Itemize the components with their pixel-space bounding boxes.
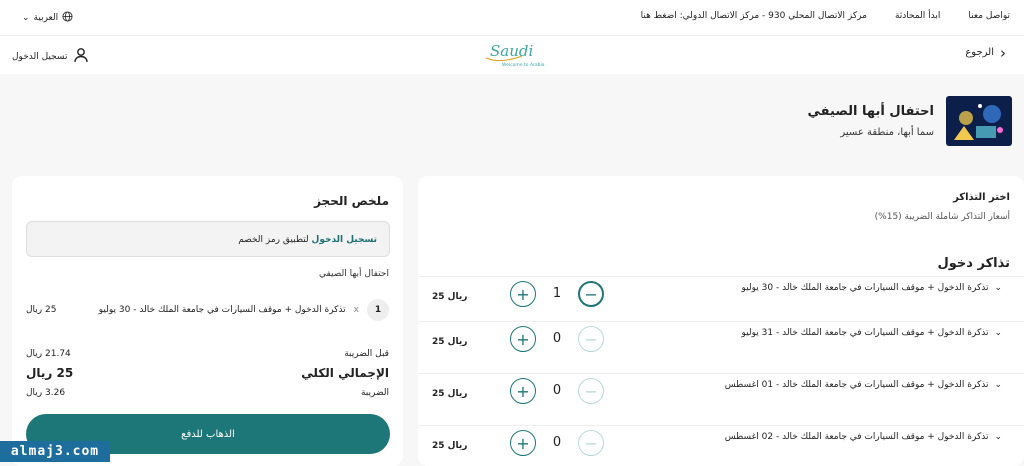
ticket-qty: 0 <box>552 383 562 398</box>
decrease-button[interactable]: − <box>578 281 604 307</box>
total-value: 25 ريال <box>26 366 74 380</box>
item-price: 25 ريال <box>26 305 57 315</box>
ticket-label-text: تذكرة الدخول + موقف السيارات في جامعة ال… <box>724 432 989 442</box>
chevron-down-icon: ⌄ <box>994 328 1002 338</box>
chevron-down-icon: ⌄ <box>22 13 30 23</box>
item-qty-badge: 1 <box>367 299 389 321</box>
ticket-label[interactable]: ⌄ تذكرة الدخول + موقف السيارات في جامعة ا… <box>742 328 1002 338</box>
ticket-label[interactable]: ⌄ تذكرة الدخول + موقف السيارات في جامعة ا… <box>742 283 1002 293</box>
event-image <box>946 96 1012 146</box>
decrease-button[interactable]: − <box>578 430 604 456</box>
back-button[interactable]: ‹ الرجوع <box>965 43 1006 62</box>
user-icon <box>73 47 89 66</box>
globe-icon <box>62 11 73 25</box>
total-row: الإجمالي الكلي 25 ريال <box>26 366 389 380</box>
tax-note: أسعار التذاكر شاملة الضريبة (15%) <box>874 212 1010 222</box>
chevron-down-icon: ⌄ <box>994 432 1002 442</box>
ticket-row: ⌄ تذكرة الدخول + موقف السيارات في جامعة ا… <box>418 321 1024 373</box>
login-link[interactable]: تسجيل الدخول <box>12 47 89 66</box>
chevron-left-icon: ‹ <box>1000 43 1006 62</box>
ticket-qty: 1 <box>552 286 562 301</box>
ticket-price: 25 ريال <box>432 389 468 399</box>
ticket-price: 25 ريال <box>432 441 468 451</box>
booking-summary: ملخص الحجز تسجيل الدخول لتطبيق رمز الخصم… <box>12 176 403 466</box>
ticket-price: 25 ريال <box>432 292 468 302</box>
language-label: العربية <box>33 13 59 23</box>
watermark: almaj3.com <box>0 441 110 462</box>
start-chat-link[interactable]: ابدأ المحادثة <box>895 11 940 21</box>
chevron-down-icon: ⌄ <box>994 380 1002 390</box>
back-label: الرجوع <box>965 47 994 58</box>
increase-button[interactable]: + <box>510 281 536 307</box>
tax-label: الضريبة <box>360 388 389 398</box>
summary-event-name: احتفال أبها الصيفي <box>318 269 389 279</box>
event-header: احتفال أبها الصيفي سما أبها، منطقة عسير <box>808 96 1012 146</box>
ticket-qty: 0 <box>552 435 562 450</box>
ticket-row: ⌄ تذكرة الدخول + موقف السيارات في جامعة ا… <box>418 373 1024 425</box>
nav-bar: تسجيل الدخول Saudi Welcome to Arabia ‹ ا… <box>0 36 1024 74</box>
increase-button[interactable]: + <box>510 326 536 352</box>
tax-value: 3.26 ريال <box>26 388 66 398</box>
choose-tickets-title: اختر التذاكر <box>953 192 1010 203</box>
ticket-row: ⌄ تذكرة الدخول + موقف السيارات في جامعة ا… <box>418 425 1024 466</box>
ticket-label[interactable]: ⌄ تذكرة الدخول + موقف السيارات في جامعة ا… <box>725 380 1002 390</box>
ticket-label-text: تذكرة الدخول + موقف السيارات في جامعة ال… <box>741 328 989 338</box>
call-center-link[interactable]: مركز الاتصال المحلي 930 - مركز الاتصال ا… <box>641 11 867 21</box>
ticket-label-text: تذكرة الدخول + موقف السيارات في جامعة ال… <box>741 283 989 293</box>
chevron-down-icon: ⌄ <box>994 283 1002 293</box>
top-bar: ⌄ العربية تواصل معنا ابدأ المحادثة مركز … <box>0 0 1024 36</box>
ticket-qty: 0 <box>552 331 562 346</box>
item-label: تذكرة الدخول + موقف السيارات في جامعة ال… <box>98 305 346 315</box>
tax-row: الضريبة 3.26 ريال <box>26 388 389 398</box>
total-label: الإجمالي الكلي <box>301 366 389 380</box>
pre-tax-row: قبل الضريبة 21.74 ريال <box>26 349 389 359</box>
increase-button[interactable]: + <box>510 378 536 404</box>
decrease-button[interactable]: − <box>578 326 604 352</box>
logo-text: Saudi <box>490 42 533 60</box>
increase-button[interactable]: + <box>510 430 536 456</box>
contact-link[interactable]: تواصل معنا <box>968 11 1010 21</box>
pre-tax-value: 21.74 ريال <box>26 349 71 359</box>
pre-tax-label: قبل الضريبة <box>344 349 389 359</box>
coupon-box: تسجيل الدخول لتطبيق رمز الخصم <box>26 221 390 257</box>
summary-title: ملخص الحجز <box>314 194 389 208</box>
item-multiply: x <box>353 305 359 315</box>
coupon-login-link[interactable]: تسجيل الدخول <box>312 235 377 245</box>
coupon-text: لتطبيق رمز الخصم <box>238 235 312 245</box>
logo-sub: Welcome to Arabia <box>502 62 545 68</box>
summary-item: 1 x تذكرة الدخول + موقف السيارات في جامع… <box>26 298 389 322</box>
ticket-label-text: تذكرة الدخول + موقف السيارات في جامعة ال… <box>724 380 989 390</box>
ticket-selection: اختر التذاكر أسعار التذاكر شاملة الضريبة… <box>418 176 1024 466</box>
ticket-label[interactable]: ⌄ تذكرة الدخول + موقف السيارات في جامعة ا… <box>725 432 1002 442</box>
language-selector[interactable]: ⌄ العربية <box>22 11 73 25</box>
event-location: سما أبها، منطقة عسير <box>840 127 934 138</box>
entry-tickets-title: تذاكر دخول <box>937 256 1011 271</box>
login-label: تسجيل الدخول <box>12 51 68 62</box>
event-title: احتفال أبها الصيفي <box>807 104 934 119</box>
decrease-button[interactable]: − <box>578 378 604 404</box>
ticket-price: 25 ريال <box>432 337 468 347</box>
saudi-logo[interactable]: Saudi Welcome to Arabia <box>478 40 546 70</box>
